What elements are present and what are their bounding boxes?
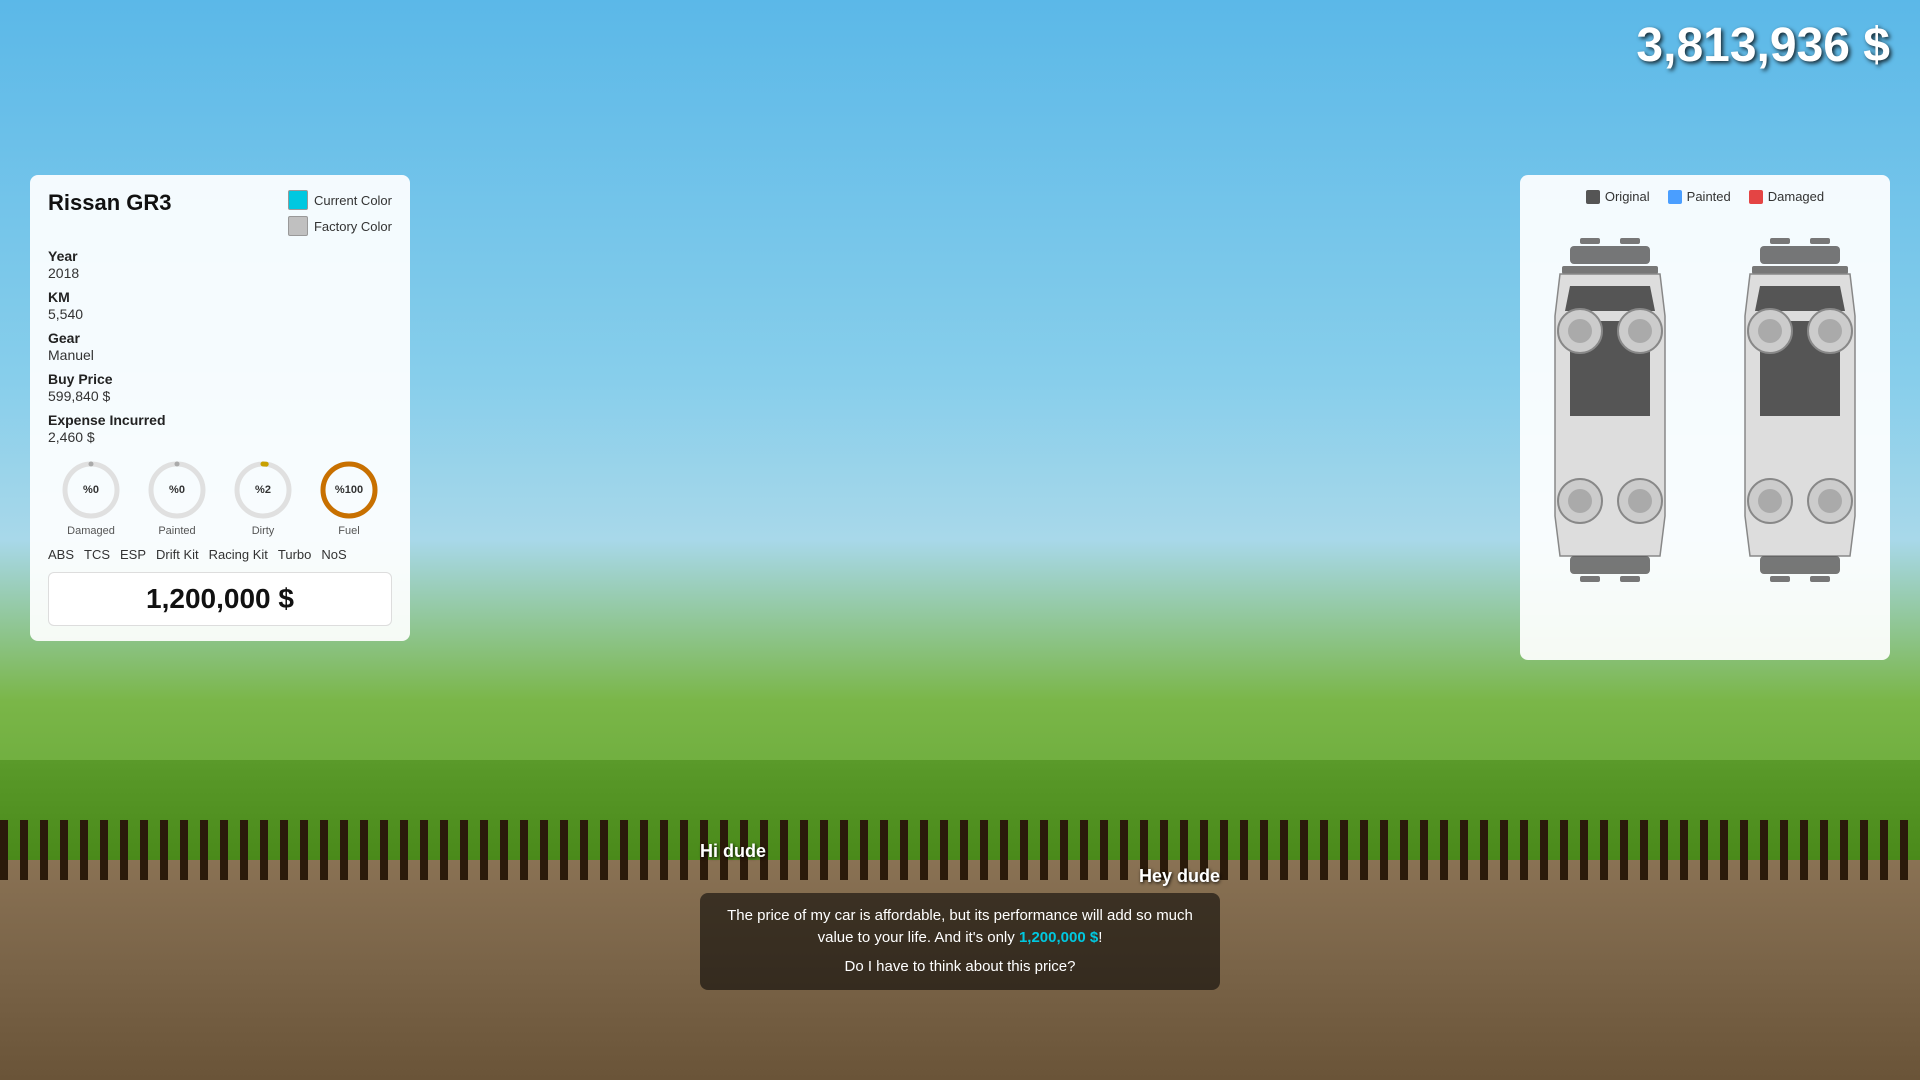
mod-esp: ESP [120, 547, 146, 562]
expense-value: 2,460 $ [48, 429, 392, 445]
legend-damaged: Damaged [1749, 189, 1824, 204]
km-value: 5,540 [48, 306, 392, 322]
km-section: KM 5,540 [48, 289, 392, 322]
mod-turbo: Turbo [278, 547, 311, 562]
legend-original: Original [1586, 189, 1650, 204]
diagram-cars [1534, 216, 1876, 646]
gauge-painted-label: Painted [158, 525, 195, 537]
player-money: 3,813,936 $ [1636, 18, 1890, 73]
gauge-fuel: %100 Fuel [318, 459, 380, 537]
year-value: 2018 [48, 265, 392, 281]
mod-nos: NoS [321, 547, 346, 562]
gauge-damaged-text: %0 [83, 484, 99, 496]
buy-price-section: Buy Price 599,840 $ [48, 371, 392, 404]
mods-row: ABS TCS ESP Drift Kit Racing Kit Turbo NoS [48, 547, 392, 562]
buy-price-label: Buy Price [48, 371, 392, 387]
car-panel-header: Rissan GR3 Current Color Factory Color [48, 190, 392, 236]
factory-color-label: Factory Color [314, 219, 392, 234]
gauge-damaged-label: Damaged [67, 525, 115, 537]
year-label: Year [48, 248, 392, 264]
current-color-row: Current Color [288, 190, 392, 210]
dialogue-greeting-right: Hey dude [700, 866, 1220, 887]
current-color-label: Current Color [314, 193, 392, 208]
sale-price[interactable]: 1,200,000 $ [48, 572, 392, 626]
gauges-row: %0 Damaged %0 Painted %2 Dirty [48, 459, 392, 537]
car-title: Rissan GR3 [48, 190, 172, 216]
diagram-legend: Original Painted Damaged [1534, 189, 1876, 204]
buy-price-value: 599,840 $ [48, 388, 392, 404]
dialogue-box: Hi dude Hey dude The price of my car is … [700, 841, 1220, 991]
legend-label-damaged: Damaged [1768, 189, 1824, 204]
current-color-swatch [288, 190, 308, 210]
gauge-painted-text: %0 [169, 484, 185, 496]
dialogue-message-part2: ! [1098, 929, 1102, 946]
legend-dot-original [1586, 190, 1600, 204]
color-info: Current Color Factory Color [288, 190, 392, 236]
legend-painted: Painted [1668, 189, 1731, 204]
gauge-fuel-label: Fuel [338, 525, 359, 537]
dialogue-question: Do I have to think about this price? [716, 956, 1204, 979]
gear-label: Gear [48, 330, 392, 346]
expense-section: Expense Incurred 2,460 $ [48, 412, 392, 445]
gauge-dirty-label: Dirty [252, 525, 275, 537]
year-section: Year 2018 [48, 248, 392, 281]
legend-dot-damaged [1749, 190, 1763, 204]
legend-dot-painted [1668, 190, 1682, 204]
car-diagram-panel: Original Painted Damaged [1520, 175, 1890, 660]
legend-label-original: Original [1605, 189, 1650, 204]
factory-color-row: Factory Color [288, 216, 392, 236]
gear-section: Gear Manuel [48, 330, 392, 363]
gauge-fuel-text: %100 [335, 484, 363, 496]
gauge-painted: %0 Painted [146, 459, 208, 537]
legend-label-painted: Painted [1687, 189, 1731, 204]
dialogue-message-part1: The price of my car is affordable, but i… [727, 907, 1193, 947]
dialogue-bubble: The price of my car is affordable, but i… [700, 893, 1220, 991]
dialogue-price-highlight: 1,200,000 $ [1019, 929, 1098, 946]
mod-racing-kit: Racing Kit [209, 547, 268, 562]
gauge-dirty: %2 Dirty [232, 459, 294, 537]
car-info-panel: Rissan GR3 Current Color Factory Color Y… [30, 175, 410, 641]
mod-drift-kit: Drift Kit [156, 547, 199, 562]
factory-color-swatch [288, 216, 308, 236]
dialogue-greeting-left: Hi dude [700, 841, 1220, 862]
mod-abs: ABS [48, 547, 74, 562]
gear-value: Manuel [48, 347, 392, 363]
expense-label: Expense Incurred [48, 412, 392, 428]
car-diagram-svg [1550, 216, 1860, 646]
km-label: KM [48, 289, 392, 305]
mod-tcs: TCS [84, 547, 110, 562]
gauge-damaged: %0 Damaged [60, 459, 122, 537]
gauge-dirty-text: %2 [255, 484, 271, 496]
